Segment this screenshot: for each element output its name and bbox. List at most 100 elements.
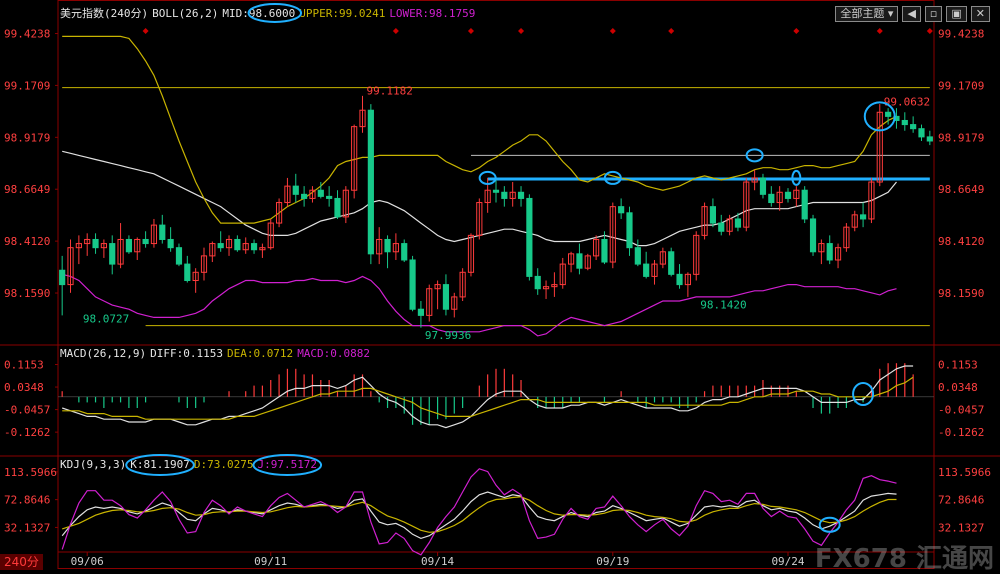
candle-body: [251, 244, 256, 250]
price-tick-label: 98.1590: [938, 287, 984, 300]
candle-body: [327, 196, 332, 198]
candle-body: [886, 112, 891, 116]
restore-icon[interactable]: ▫: [925, 6, 942, 22]
candle-body: [418, 309, 423, 315]
candle-body: [335, 198, 340, 216]
candle-body: [927, 137, 932, 141]
kdj-tick-label: 32.1327: [4, 521, 50, 534]
price-tick-label: 98.4120: [4, 235, 50, 248]
price-annotation: 98.0727: [83, 313, 129, 326]
signal-marker: [468, 28, 474, 34]
date-tick-label: 09/11: [254, 555, 287, 568]
candle-body: [302, 194, 307, 198]
macd-legend-item: MACD(26,12,9): [60, 347, 146, 360]
candle-body: [235, 239, 240, 249]
price-annotation: 99.1182: [367, 84, 413, 97]
date-tick-label: 09/24: [771, 555, 804, 568]
price-legend-item: MID:98.6000: [222, 7, 295, 20]
candle-body: [368, 110, 373, 254]
maximize-icon[interactable]: ▣: [946, 6, 966, 22]
candle-body: [902, 120, 907, 124]
price-tick-label: 98.4120: [938, 235, 984, 248]
macd-tick-label: -0.1262: [938, 426, 984, 439]
candle-body: [318, 190, 323, 196]
candle-body: [518, 192, 523, 198]
kdj-legend-item: D:73.0275: [194, 458, 254, 471]
signal-marker: [793, 28, 799, 34]
signal-marker: [143, 28, 149, 34]
candle-body: [402, 244, 407, 260]
macd-legend-item: DEA:0.0712: [227, 347, 293, 360]
prev-icon[interactable]: ◀: [902, 6, 920, 22]
price-legend-item: 美元指数(240分): [60, 6, 148, 20]
candle-body: [168, 239, 173, 247]
candle-body: [769, 194, 774, 202]
boll-lower-line: [62, 274, 896, 336]
watermark: FX678 汇通网: [815, 552, 994, 566]
kdj-legend-item: KDJ(9,3,3): [60, 458, 126, 471]
candle-body: [493, 190, 498, 192]
signal-marker: [518, 28, 524, 34]
kdj-tick-label: 113.5966: [938, 466, 991, 479]
kdj-tick-label: 72.8646: [4, 494, 50, 507]
candle-body: [185, 264, 190, 280]
price-tick-label: 99.4238: [938, 28, 984, 41]
macd-tick-label: 0.0348: [938, 381, 978, 394]
candle-body: [802, 190, 807, 219]
macd-tick-label: -0.1262: [4, 426, 50, 439]
candle-body: [669, 252, 674, 275]
signal-marker: [877, 28, 883, 34]
candle-body: [126, 239, 131, 251]
candle-body: [218, 244, 223, 248]
kdj-legend-item: J:97.5172: [257, 458, 317, 471]
candle-body: [735, 219, 740, 227]
candle-body: [677, 274, 682, 284]
candle-body: [293, 186, 298, 194]
candle-body: [577, 254, 582, 268]
candle-body: [710, 207, 715, 223]
candle-body: [93, 239, 98, 247]
price-tick-label: 98.6649: [938, 183, 984, 196]
close-icon[interactable]: ✕: [971, 6, 990, 22]
candle-body: [443, 285, 448, 310]
candle-body: [785, 192, 790, 198]
price-tick-label: 98.9179: [4, 131, 50, 144]
candle-body: [644, 264, 649, 276]
chart: 99.423899.423899.170999.170998.917998.91…: [0, 0, 1000, 570]
candle-body: [176, 248, 181, 264]
signal-marker: [668, 28, 674, 34]
candle-body: [919, 129, 924, 137]
price-tick-label: 98.6649: [4, 183, 50, 196]
kdj-tick-label: 32.1327: [938, 521, 984, 534]
macd-tick-label: -0.0457: [4, 404, 50, 417]
candle-body: [160, 225, 165, 239]
price-legend-item: BOLL(26,2): [152, 7, 218, 20]
candle-body: [110, 244, 115, 265]
plot-frame: [58, 1, 934, 569]
signal-marker: [393, 28, 399, 34]
price-tick-label: 98.9179: [938, 131, 984, 144]
candle-body: [719, 223, 724, 231]
theme-menu-button[interactable]: 全部主题 ▾: [835, 6, 898, 22]
candle-body: [535, 276, 540, 288]
candle-body: [810, 219, 815, 252]
candle-body: [635, 248, 640, 264]
period-badge[interactable]: 240分: [0, 554, 43, 570]
kdj-j-line: [62, 469, 896, 555]
candle-body: [911, 125, 916, 129]
kdj-tick-label: 113.5966: [4, 466, 57, 479]
date-tick-label: 09/14: [421, 555, 454, 568]
candle-body: [385, 239, 390, 251]
price-annotation: 98.1420: [700, 299, 746, 312]
signal-marker: [927, 28, 933, 34]
macd-tick-label: 0.1153: [938, 359, 978, 372]
price-legend-item: LOWER:98.1759: [389, 7, 475, 20]
candle-body: [860, 215, 865, 219]
kdj-legend-item: K:81.1907: [130, 458, 190, 471]
date-tick-label: 09/06: [71, 555, 104, 568]
price-tick-label: 99.1709: [4, 79, 50, 92]
date-tick-label: 09/19: [596, 555, 629, 568]
kdj-d-line: [62, 497, 896, 533]
macd-legend-item: MACD:0.0882: [297, 347, 370, 360]
macd-tick-label: -0.0457: [938, 404, 984, 417]
